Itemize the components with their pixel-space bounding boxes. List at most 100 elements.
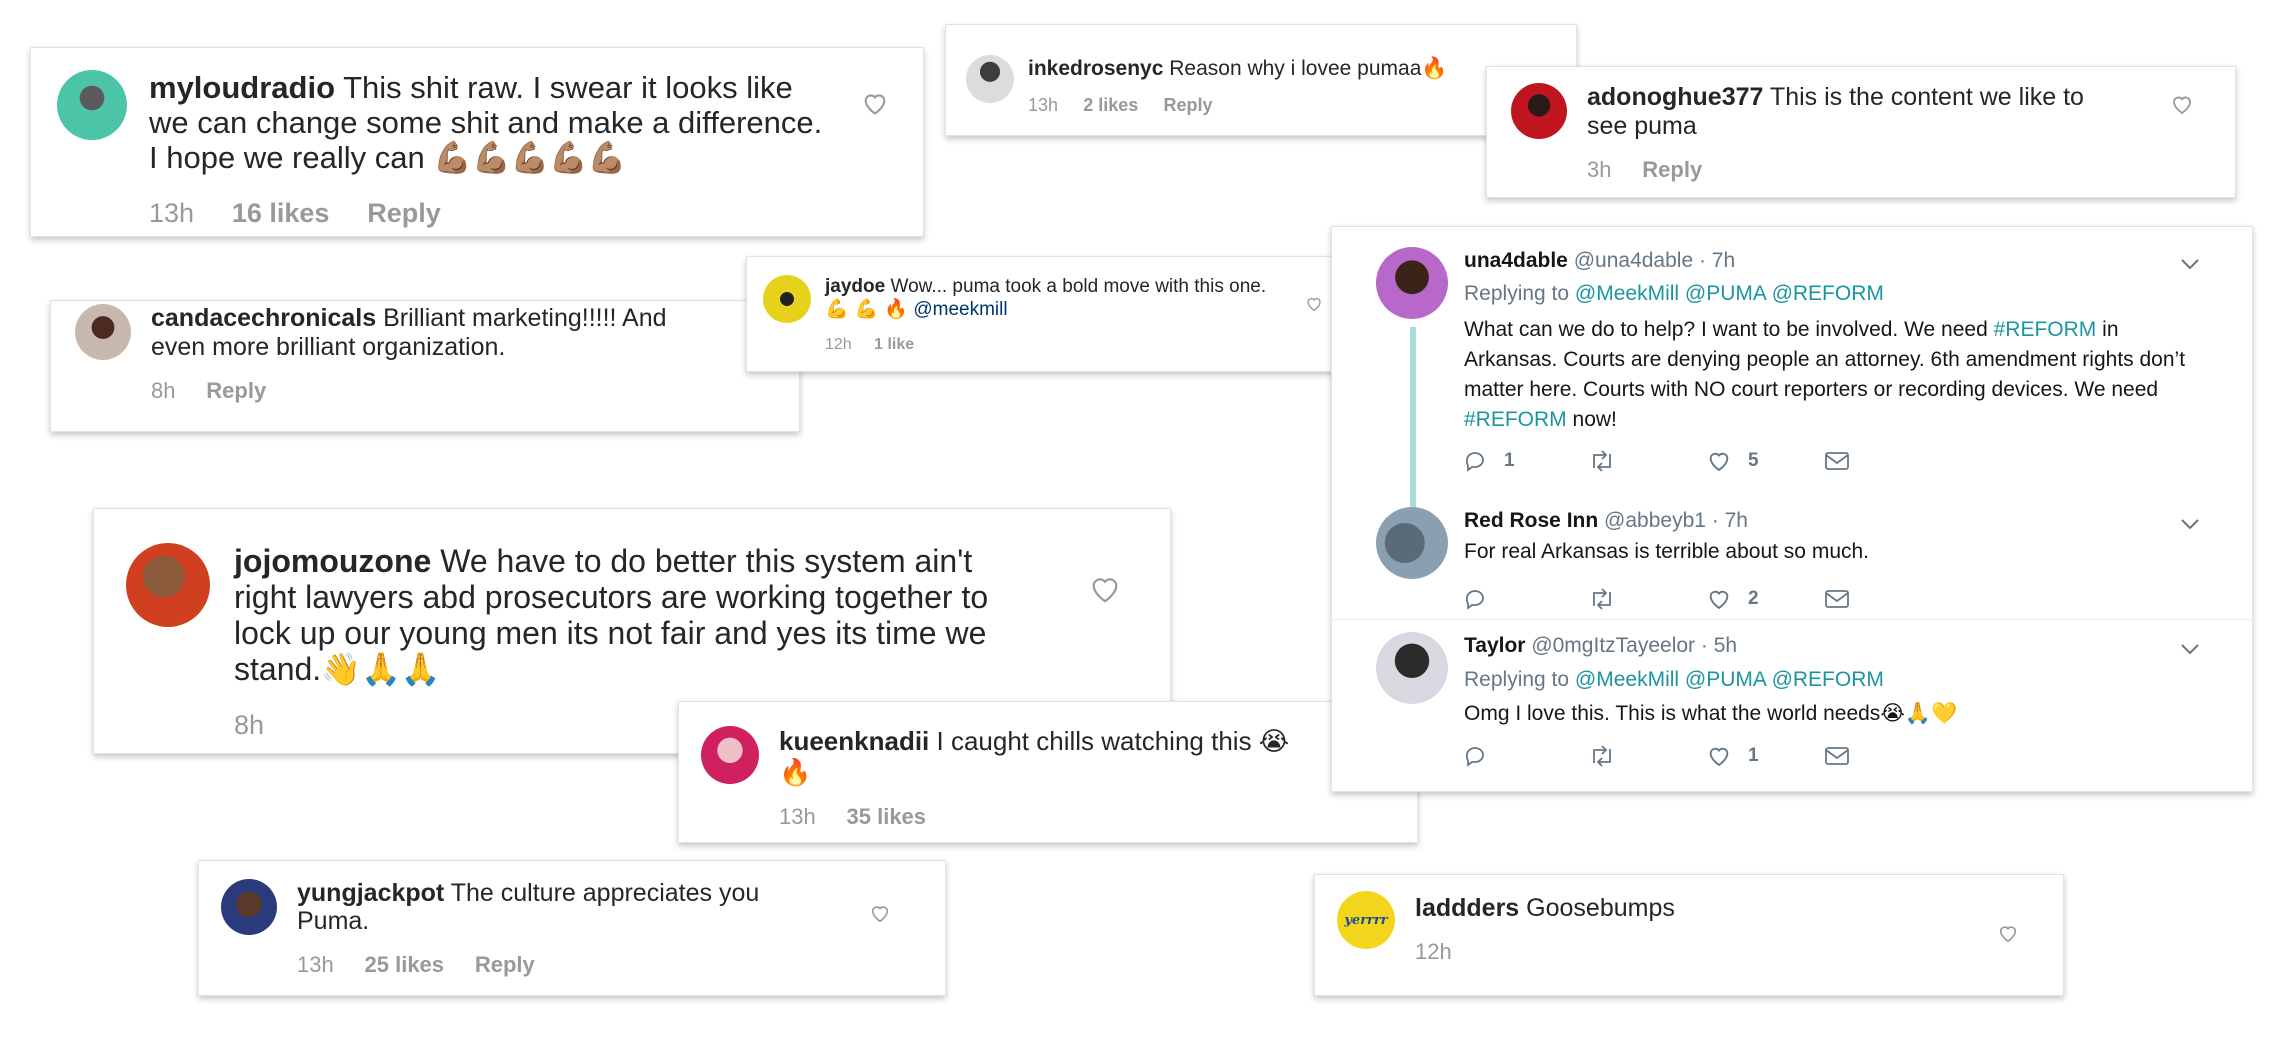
direct-message-button[interactable] xyxy=(1824,451,1884,471)
username[interactable]: yungjackpot xyxy=(297,879,444,907)
likes-count[interactable]: 25 likes xyxy=(365,951,445,979)
emoji: 💪 💪 🔥 xyxy=(825,298,909,320)
likes-count[interactable]: 1 like xyxy=(874,333,914,356)
username[interactable]: jojomouzone xyxy=(234,543,431,579)
comment-text: jojomouzone We have to do better this sy… xyxy=(234,543,1040,687)
reply-button[interactable] xyxy=(1464,745,1588,767)
chevron-down-icon[interactable] xyxy=(2180,642,2200,660)
likes-count[interactable]: 35 likes xyxy=(847,802,927,832)
like-button[interactable]: 5 xyxy=(1706,449,1824,472)
avatar[interactable] xyxy=(1376,507,1448,579)
comment-body: Reason why i lovee pumaa xyxy=(1169,57,1422,80)
timestamp: 13h xyxy=(297,952,334,977)
tweet-text: Omg I love this. This is what the world … xyxy=(1464,698,2192,729)
avatar[interactable] xyxy=(701,726,759,784)
chevron-down-icon[interactable] xyxy=(2180,517,2200,535)
username[interactable]: candacechronicals xyxy=(151,304,376,332)
comment-card-myloudradio: myloudradio This shit raw. I swear it lo… xyxy=(30,47,924,237)
avatar[interactable] xyxy=(126,543,210,627)
timestamp: 13h xyxy=(149,198,195,228)
direct-message-button[interactable] xyxy=(1824,746,1884,766)
username[interactable]: jaydoe xyxy=(825,276,885,297)
comment-card-candacechronicals: candacechronicals Brilliant marketing!!!… xyxy=(50,300,800,432)
comment-card-laddders: yerrrr laddders Goosebumps 12h xyxy=(1314,874,2064,996)
username[interactable]: myloudradio xyxy=(149,70,335,105)
retweet-button[interactable] xyxy=(1588,587,1706,610)
handle[interactable]: @0mgItzTayeelor · 5h xyxy=(1531,634,1737,657)
tweet[interactable]: una4dable @una4dable · 7h Replying to @M… xyxy=(1332,227,2252,509)
like-button[interactable] xyxy=(815,879,945,923)
handle[interactable]: @abbeyb1 · 7h xyxy=(1604,509,1748,532)
avatar[interactable] xyxy=(1376,247,1448,319)
like-count: 1 xyxy=(1748,744,1759,766)
reply-button[interactable]: 1 xyxy=(1464,450,1588,472)
like-count: 2 xyxy=(1748,587,1759,609)
avatar[interactable] xyxy=(221,879,277,935)
like-button[interactable] xyxy=(1040,543,1170,604)
hashtag-link[interactable]: #REFORM xyxy=(1994,318,2097,341)
reply-icon xyxy=(1465,746,1484,767)
like-button[interactable] xyxy=(827,70,923,116)
direct-message-button[interactable] xyxy=(1824,589,1884,609)
reply-button[interactable]: Reply xyxy=(367,196,441,231)
tweet[interactable]: Red Rose Inn @abbeyb1 · 7h For real Arka… xyxy=(1332,489,2252,629)
reply-button[interactable]: Reply xyxy=(475,951,535,979)
comment-card-adonoghue377: adonoghue377 This is the content we like… xyxy=(1486,66,2236,198)
avatar[interactable]: yerrrr xyxy=(1337,891,1395,949)
replying-label: Replying to xyxy=(1464,282,1570,305)
mail-icon xyxy=(1825,451,1849,470)
avatar[interactable] xyxy=(1511,83,1567,139)
reply-button[interactable]: Reply xyxy=(206,376,266,405)
username[interactable]: laddders xyxy=(1415,894,1519,922)
like-button[interactable]: 1 xyxy=(1706,744,1824,767)
username[interactable]: adonoghue377 xyxy=(1587,83,1763,111)
twitter-thread-card: una4dable @una4dable · 7h Replying to @M… xyxy=(1331,226,2253,792)
reply-icon xyxy=(1465,589,1484,610)
handle[interactable]: @una4dable · 7h xyxy=(1574,249,1735,272)
tweet-actions: 1 xyxy=(1464,744,1884,767)
timestamp: 8h xyxy=(234,710,265,740)
reply-button[interactable]: Reply xyxy=(1642,155,1702,184)
avatar-logo: yerrrr xyxy=(1344,912,1388,928)
reply-button[interactable] xyxy=(1464,588,1588,610)
username[interactable]: kueenknadii xyxy=(779,726,929,756)
retweet-button[interactable] xyxy=(1588,449,1706,472)
heart-icon xyxy=(1307,297,1321,312)
like-button[interactable] xyxy=(1953,891,2063,943)
display-name[interactable]: Taylor xyxy=(1464,634,1525,657)
comment-text: candacechronicals Brilliant marketing!!!… xyxy=(151,304,719,362)
likes-count[interactable]: 16 likes xyxy=(232,196,330,231)
comment-card-yungjackpot: yungjackpot The culture appreciates you … xyxy=(198,860,946,996)
tweet-text-part: now! xyxy=(1572,408,1617,431)
comment-card-kueenknadii: kueenknadii I caught chills watching thi… xyxy=(678,701,1418,843)
like-button[interactable] xyxy=(2129,83,2235,115)
avatar[interactable] xyxy=(763,275,811,323)
heart-icon xyxy=(864,94,886,115)
like-button[interactable]: 2 xyxy=(1706,587,1824,610)
avatar[interactable] xyxy=(57,70,127,140)
comment-body: Wow... puma took a bold move with this o… xyxy=(890,276,1267,297)
replying-label: Replying to xyxy=(1464,668,1570,691)
like-count: 5 xyxy=(1748,449,1759,471)
timestamp: 8h xyxy=(151,378,176,403)
replying-mentions[interactable]: @MeekMill @PUMA @REFORM xyxy=(1575,668,1884,691)
tweet[interactable]: Taylor @0mgItzTayeelor · 5h Replying to … xyxy=(1332,620,2252,792)
retweet-icon xyxy=(1593,449,1611,472)
chevron-down-icon[interactable] xyxy=(2180,257,2200,275)
username[interactable]: inkedrosenyc xyxy=(1028,57,1163,80)
display-name[interactable]: una4dable xyxy=(1464,249,1568,272)
display-name[interactable]: Red Rose Inn xyxy=(1464,509,1598,532)
likes-count[interactable]: 2 likes xyxy=(1083,92,1138,118)
like-icon xyxy=(1709,590,1729,610)
mention-link[interactable]: @meekmill xyxy=(913,299,1007,320)
retweet-button[interactable] xyxy=(1588,744,1706,767)
heart-icon xyxy=(871,906,889,923)
avatar[interactable] xyxy=(75,304,131,360)
avatar[interactable] xyxy=(966,55,1014,103)
hashtag-link[interactable]: #REFORM xyxy=(1464,408,1567,431)
reply-button[interactable]: Reply xyxy=(1163,92,1212,118)
timestamp: 13h xyxy=(779,804,816,829)
tweet-header: una4dable @una4dable · 7h xyxy=(1464,249,1735,273)
replying-mentions[interactable]: @MeekMill @PUMA @REFORM xyxy=(1575,282,1884,305)
avatar[interactable] xyxy=(1376,632,1448,704)
